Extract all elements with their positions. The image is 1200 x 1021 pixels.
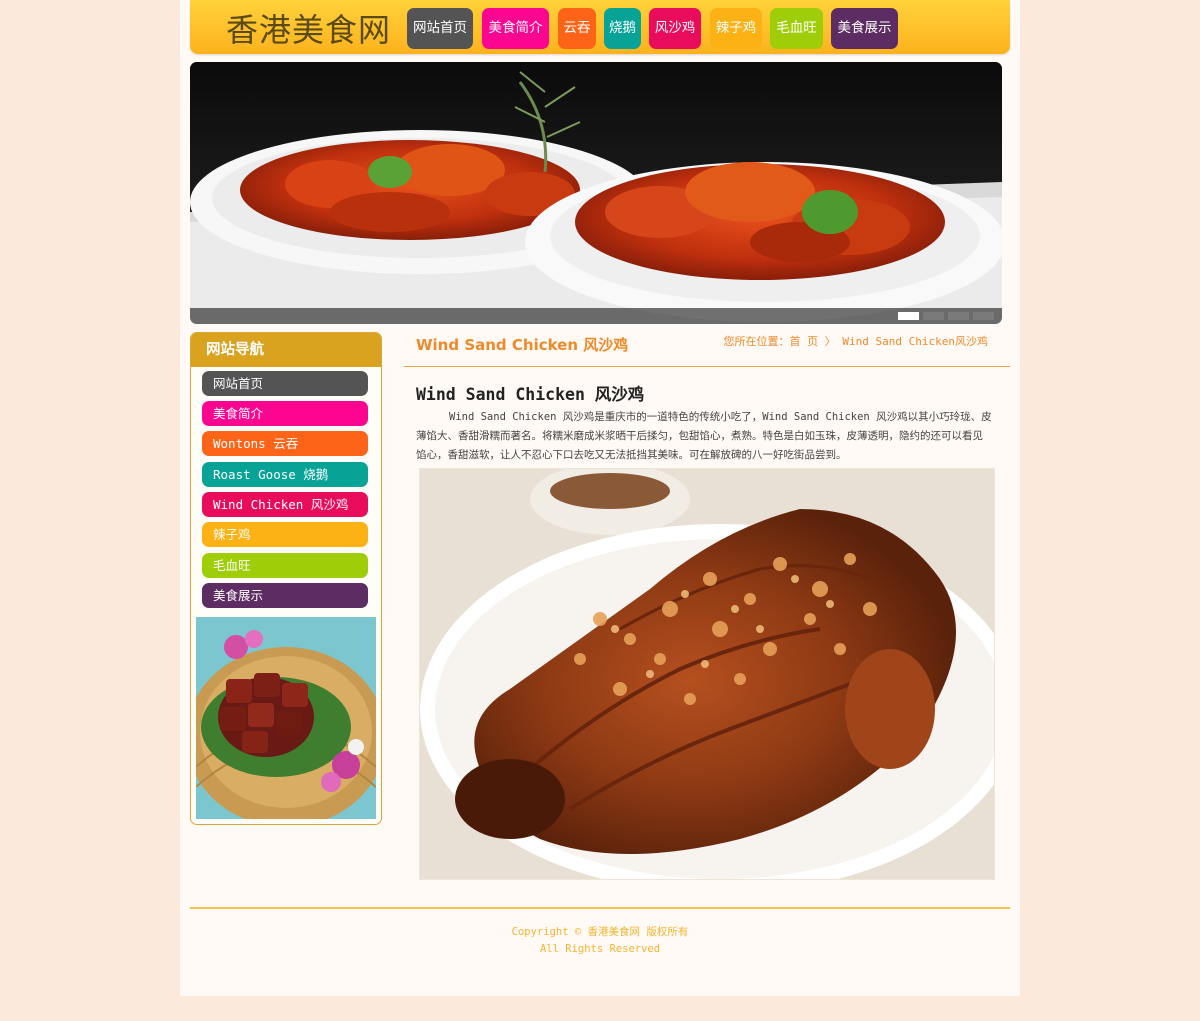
site-header: 香港美食网 网站首页 美食简介 云吞 烧鹅 风沙鸡 辣子鸡 毛血旺 美食展示 [190,0,1010,54]
sidebar-item-gallery[interactable]: 美食展示 [202,583,368,608]
footer-copyright: Copyright © 香港美食网 版权所有 All Rights Reserv… [180,924,1020,958]
breadcrumb-home-link[interactable]: 首 页 [790,335,819,348]
page-container: 香港美食网 网站首页 美食简介 云吞 烧鹅 风沙鸡 辣子鸡 毛血旺 美食展示 网… [180,0,1020,996]
site-logo-title[interactable]: 香港美食网 [226,8,391,52]
sidebar-food-photo [196,617,376,819]
article-title: Wind Sand Chicken 风沙鸡 [416,385,645,404]
sidebar-item-wind-chicken[interactable]: Wind Chicken 风沙鸡 [202,492,368,517]
sidebar-heading: 网站导航 [191,333,381,367]
sidebar-item-spicy-chicken[interactable]: 辣子鸡 [202,522,368,547]
sidebar-item-intro[interactable]: 美食简介 [202,401,368,426]
sidebar-item-roast-goose[interactable]: Roast Goose 烧鹅 [202,462,368,487]
content-header: Wind Sand Chicken 风沙鸡 您所在位置：首 页 〉 Wind S… [404,332,1010,367]
banner-slideshow[interactable] [190,62,1002,324]
banner-dot-3[interactable] [948,312,969,320]
nav-item-gallery[interactable]: 美食展示 [831,8,898,49]
rights-line: All Rights Reserved [539,943,661,955]
sidebar-item-maoxuewang[interactable]: 毛血旺 [202,553,368,578]
nav-item-maoxuewang[interactable]: 毛血旺 [770,8,823,49]
banner-pagination [898,312,994,320]
content-title: Wind Sand Chicken 风沙鸡 [416,336,629,354]
article-body: Wind Sand Chicken 风沙鸡是重庆市的一道特色的传统小吃了，Win… [416,411,992,461]
breadcrumb-separator: 〉 [824,335,836,348]
banner-dot-2[interactable] [923,312,944,320]
nav-item-wontons[interactable]: 云吞 [558,8,596,49]
banner-dot-1[interactable] [898,312,919,320]
sidebar-item-wontons[interactable]: Wontons 云吞 [202,431,368,456]
sidebar-nav: 网站导航 网站首页 美食简介 Wontons 云吞 Roast Goose 烧鹅… [190,332,382,825]
breadcrumb-prefix: 您所在位置： [723,335,790,348]
nav-item-home[interactable]: 网站首页 [407,8,473,49]
nav-item-intro[interactable]: 美食简介 [482,8,549,49]
footer-divider [190,907,1010,909]
banner-food-photo [190,62,1002,324]
sidebar-item-home[interactable]: 网站首页 [202,371,368,396]
banner-dot-4[interactable] [973,312,994,320]
nav-item-roast-goose[interactable]: 烧鹅 [604,8,641,49]
breadcrumb: 您所在位置：首 页 〉 Wind Sand Chicken风沙鸡 [724,333,988,349]
breadcrumb-current: Wind Sand Chicken风沙鸡 [842,335,988,348]
nav-item-wind-chicken[interactable]: 风沙鸡 [649,8,701,49]
nav-item-spicy-chicken[interactable]: 辣子鸡 [710,8,762,49]
article-food-photo [419,468,995,880]
copyright-line: Copyright © 香港美食网 版权所有 [511,926,689,938]
